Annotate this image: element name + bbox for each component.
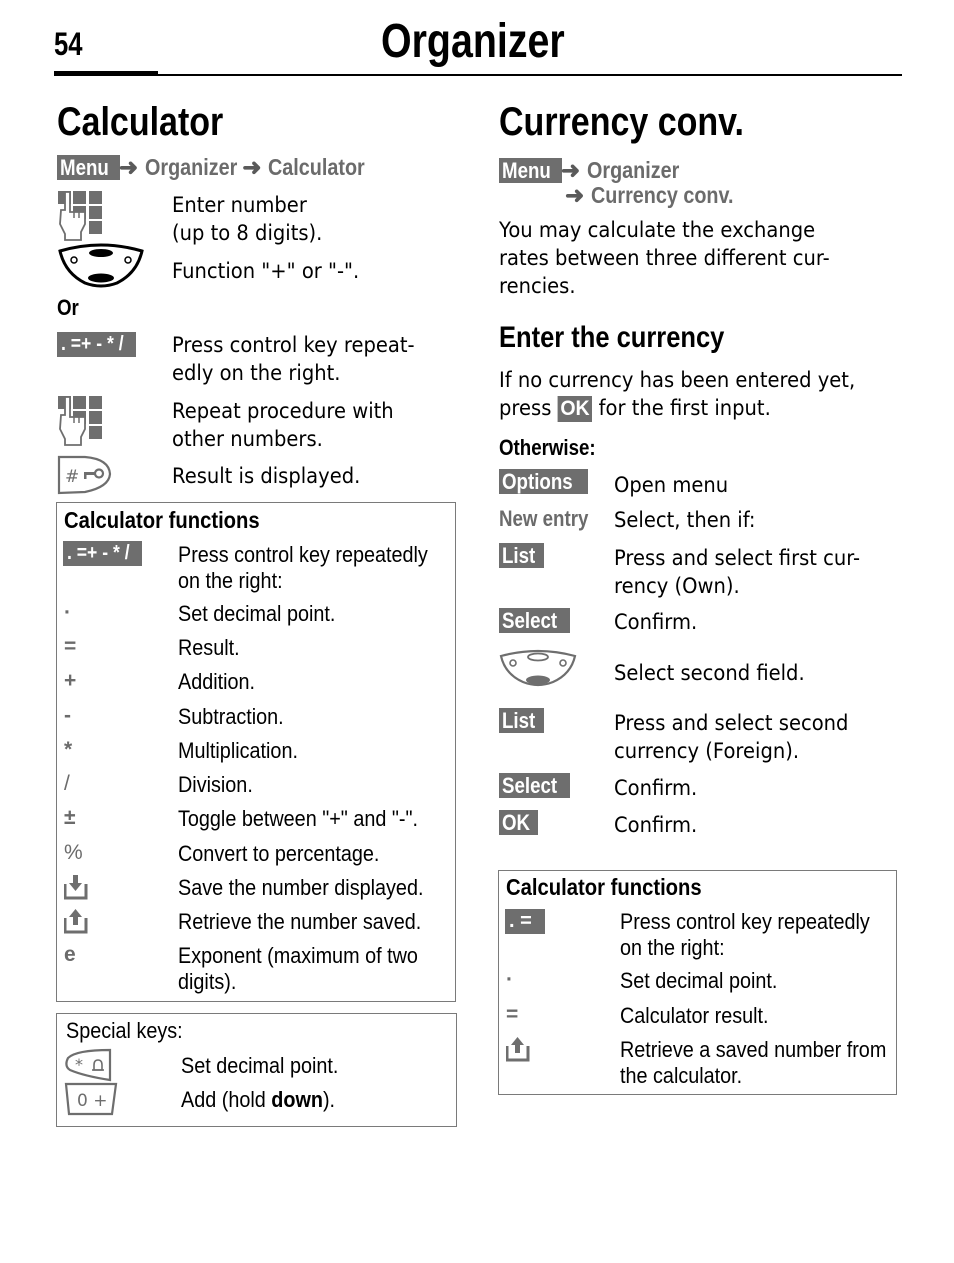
retrieve-icon xyxy=(64,909,88,934)
key-plus: + xyxy=(64,669,77,692)
function-description: Save the number displayed. xyxy=(178,875,424,900)
step-function: Function "+" or "-". xyxy=(172,259,360,283)
navigation-key-down-icon xyxy=(499,649,577,687)
key-multiply: * xyxy=(64,738,73,761)
function-description: Subtraction. xyxy=(178,704,284,729)
key-exponent: e xyxy=(64,943,76,966)
currency-menu-path: Menu ➜ Organizer xyxy=(499,157,694,184)
step-select-second-field: Select second field. xyxy=(614,661,805,685)
step-select-second-currency: Press and select second currency (Foreig… xyxy=(614,711,849,763)
calculator-functions-title: Calculator functions xyxy=(506,874,702,900)
function-description: Convert to percentage. xyxy=(178,841,380,866)
ok-softkey[interactable]: OK xyxy=(499,810,538,836)
currency-intro: You may calculate the exchange rates bet… xyxy=(499,218,830,298)
function-description: Exponent (maximum of two digits). xyxy=(178,943,418,994)
calculator-functions-title: Calculator functions xyxy=(64,507,260,533)
page-number: 54 xyxy=(54,26,83,62)
path-step-calculator: Calculator xyxy=(267,154,365,180)
save-icon xyxy=(64,875,88,900)
or-label: Or xyxy=(57,295,79,320)
step-confirm: Confirm. xyxy=(614,610,698,634)
hash-key-icon: # xyxy=(57,455,112,495)
key-minus: - xyxy=(64,704,71,727)
step-confirm: Confirm. xyxy=(614,776,698,800)
special-key-description: Add (hold down). xyxy=(181,1087,336,1112)
list-softkey[interactable]: List xyxy=(499,708,545,734)
select-softkey[interactable]: Select xyxy=(499,608,570,634)
enter-currency-instructions: If no currency has been entered yet, pre… xyxy=(499,368,856,422)
select-softkey[interactable]: Select xyxy=(499,773,570,799)
menu-softkey[interactable]: Menu xyxy=(57,155,121,181)
zero-plus-key-icon: 0 + xyxy=(64,1082,118,1116)
keypad-hand-icon xyxy=(58,191,102,241)
path-step-organizer: Organizer xyxy=(586,157,679,183)
calculator-menu-path: Menu ➜ Organizer ➜ Calculator xyxy=(57,154,380,181)
page-header-title: Organizer xyxy=(381,15,565,68)
function-description: Calculator result. xyxy=(620,1003,769,1028)
key-decimal-point: · xyxy=(506,968,513,991)
control-key-softkey[interactable]: . =+ - * / xyxy=(57,332,137,357)
retrieve-icon xyxy=(506,1037,530,1062)
control-key-description: Press control key repeatedly on the righ… xyxy=(178,542,428,593)
step-enter-number: Enter number (up to 8 digits). xyxy=(172,193,323,245)
key-percent: % xyxy=(64,841,83,864)
svg-text:*: * xyxy=(75,1055,83,1074)
step-confirm: Confirm. xyxy=(614,813,698,837)
arrow-icon: ➜ xyxy=(565,182,585,208)
star-key-icon: * xyxy=(65,1048,112,1082)
function-description: Multiplication. xyxy=(178,738,298,763)
function-description: Addition. xyxy=(178,669,256,694)
new-entry-menu-item[interactable]: New entry xyxy=(499,506,604,532)
page-number-rule xyxy=(54,71,158,76)
step-open-menu: Open menu xyxy=(614,473,729,497)
function-description: Retrieve the number saved. xyxy=(178,909,422,934)
enter-currency-heading: Enter the currency xyxy=(499,321,725,354)
path-step-organizer: Organizer xyxy=(144,154,237,180)
key-decimal-point: · xyxy=(64,601,71,624)
control-key-softkey[interactable]: . = xyxy=(505,909,545,934)
currency-menu-path-continued: ➜ Currency conv. xyxy=(565,182,756,209)
otherwise-label: Otherwise: xyxy=(499,435,596,460)
control-key-softkey[interactable]: . =+ - * / xyxy=(63,541,143,566)
function-description: Set decimal point. xyxy=(620,968,778,993)
step-select-first-currency: Press and select first cur- rency (Own). xyxy=(614,546,861,598)
step-result-displayed: Result is displayed. xyxy=(172,464,361,488)
special-key-description: Set decimal point. xyxy=(181,1053,339,1078)
function-description: Set decimal point. xyxy=(178,601,336,626)
function-description: Result. xyxy=(178,635,240,660)
svg-text:#: # xyxy=(65,467,79,487)
function-description: Retrieve a saved number from the calcula… xyxy=(620,1037,887,1088)
list-softkey[interactable]: List xyxy=(499,543,545,569)
control-key-description: Press control key repeatedly on the righ… xyxy=(620,909,870,960)
options-softkey[interactable]: Options xyxy=(499,469,589,495)
menu-softkey[interactable]: Menu xyxy=(499,158,563,184)
navigation-key-icon xyxy=(58,243,144,288)
keypad-hand-icon xyxy=(58,396,102,446)
special-keys-title: Special keys: xyxy=(66,1018,183,1043)
key-equals: = xyxy=(506,1003,519,1026)
svg-text:0 +: 0 + xyxy=(77,1091,107,1111)
path-step-currency-conv: Currency conv. xyxy=(590,182,734,208)
key-plus-minus: ± xyxy=(64,806,76,829)
header-rule xyxy=(54,74,902,76)
step-select-then: Select, then if: xyxy=(614,508,756,532)
key-divide: / xyxy=(64,772,70,795)
function-description: Division. xyxy=(178,772,253,797)
step-repeat-procedure: Repeat procedure with other numbers. xyxy=(172,399,394,451)
step-press-control-key: Press control key repeat- edly on the ri… xyxy=(172,333,415,385)
function-description: Toggle between "+" and "-". xyxy=(178,806,419,831)
currency-title: Currency conv. xyxy=(499,100,745,144)
calculator-title: Calculator xyxy=(57,100,224,144)
arrow-icon: ➜ xyxy=(242,154,262,180)
arrow-icon: ➜ xyxy=(560,157,581,183)
key-equals: = xyxy=(64,635,77,658)
ok-softkey[interactable]: OK xyxy=(557,396,593,422)
arrow-icon: ➜ xyxy=(118,154,139,180)
